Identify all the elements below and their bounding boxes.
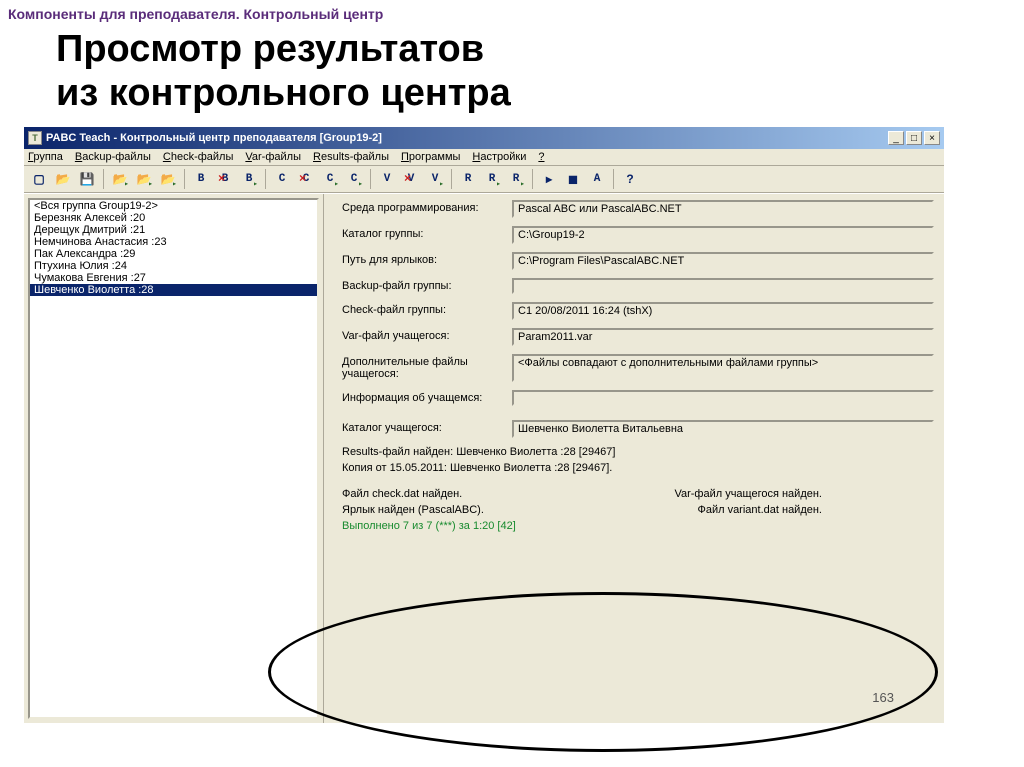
info-value <box>512 390 934 406</box>
studentdir-label: Каталог учащегося: <box>342 420 512 434</box>
tb-run-btn[interactable]: ▸ <box>538 168 560 190</box>
page-number: 163 <box>872 690 894 705</box>
status-line2: Копия от 15.05.2011: Шевченко Виолетта :… <box>342 462 934 474</box>
addfiles-value: <Файлы совпадают с дополнительными файла… <box>512 354 934 382</box>
tb-B-btn[interactable]: B <box>190 168 212 190</box>
menubar: Группа Backup-файлы Check-файлы Var-файлы Re… <box>24 149 944 166</box>
slide-header: Компоненты для преподавателя. Контрольны… <box>0 0 1024 28</box>
student-item[interactable]: Чумакова Евгения :27 <box>30 272 317 284</box>
menu-2[interactable]: Check-файлы <box>163 151 234 163</box>
check-value: C1 20/08/2011 16:24 (tshX) <box>512 302 934 320</box>
tb-Va-btn[interactable]: V▸ <box>424 168 446 190</box>
student-item[interactable]: Березняк Алексей :20 <box>30 212 317 224</box>
tb-help-btn[interactable]: ? <box>619 168 641 190</box>
menu-3[interactable]: Var-файлы <box>245 151 301 163</box>
menu-5[interactable]: Программы <box>401 151 460 163</box>
tb-Bx-btn[interactable]: B× <box>214 168 236 190</box>
menu-1[interactable]: Backup-файлы <box>75 151 151 163</box>
backup-value <box>512 278 934 294</box>
studentdir-value: Шевченко Виолетта Витальевна <box>512 420 934 438</box>
student-item[interactable]: Дерещук Дмитрий :21 <box>30 224 317 236</box>
tb-Vx-btn[interactable]: V× <box>400 168 422 190</box>
toolbar-separator <box>265 169 266 189</box>
toolbar-separator <box>451 169 452 189</box>
student-item[interactable]: Немчинова Анастасия :23 <box>30 236 317 248</box>
client-area: <Вся группа Group19-2>Березняк Алексей :… <box>24 193 944 723</box>
toolbar-separator <box>103 169 104 189</box>
check-label: Check-файл группы: <box>342 302 512 316</box>
details-pane: Среда программирования: Pascal ABC или P… <box>324 194 944 723</box>
status-shortcut-found: Ярлык найден (PascalABC). <box>342 504 484 516</box>
tb-Ra-btn[interactable]: R▸ <box>481 168 503 190</box>
tb-folder-r[interactable]: 📂▸ <box>157 168 179 190</box>
titlebar: T PABC Teach - Контрольный центр препода… <box>24 127 944 149</box>
shortcut-value: C:\Program Files\PascalABC.NET <box>512 252 934 270</box>
menu-7[interactable]: ? <box>538 151 544 163</box>
maximize-button[interactable]: □ <box>906 131 922 145</box>
toolbar-separator <box>370 169 371 189</box>
status-var-found: Var-файл учащегося найден. <box>674 488 822 500</box>
toolbar: ▢📂💾📂▸📂▸📂▸BB×B▸CC×C▸C▸VV×V▸RR▸R▸▸◼A? <box>24 166 944 193</box>
tb-A-btn[interactable]: A <box>586 168 608 190</box>
info-label: Информация об учащемся: <box>342 390 512 404</box>
status-done: Выполнено 7 из 7 (***) за 1:20 [42] <box>342 520 934 532</box>
tb-C-btn[interactable]: C <box>271 168 293 190</box>
slide-title-line2: из контрольного центра <box>56 72 511 114</box>
window-title: PABC Teach - Контрольный центр преподава… <box>46 132 888 144</box>
status-line1: Results-файл найден: Шевченко Виолетта :… <box>342 446 934 458</box>
tb-Ra2-btn[interactable]: R▸ <box>505 168 527 190</box>
tb-Ca-btn[interactable]: C▸ <box>319 168 341 190</box>
minimize-button[interactable]: _ <box>888 131 904 145</box>
tb-V-btn[interactable]: V <box>376 168 398 190</box>
addfiles-label: Дополнительные файлы учащегося: <box>342 354 512 380</box>
backup-label: Backup-файл группы: <box>342 278 512 292</box>
var-label: Var-файл учащегося: <box>342 328 512 342</box>
student-item[interactable]: Птухина Юлия :24 <box>30 260 317 272</box>
app-window: T PABC Teach - Контрольный центр препода… <box>24 127 944 723</box>
status-check-dat: Файл check.dat найден. <box>342 488 462 500</box>
student-list-pane: <Вся группа Group19-2>Березняк Алексей :… <box>24 194 324 723</box>
env-label: Среда программирования: <box>342 200 512 214</box>
student-listbox[interactable]: <Вся группа Group19-2>Березняк Алексей :… <box>28 198 319 719</box>
menu-6[interactable]: Настройки <box>472 151 526 163</box>
student-item[interactable]: Пак Александра :29 <box>30 248 317 260</box>
tb-open[interactable]: 📂 <box>52 168 74 190</box>
toolbar-separator <box>613 169 614 189</box>
env-value: Pascal ABC или PascalABC.NET <box>512 200 934 218</box>
tb-folder-c[interactable]: 📂▸ <box>133 168 155 190</box>
var-value: Param2011.var <box>512 328 934 346</box>
menu-0[interactable]: Группа <box>28 151 63 163</box>
tb-Ca2-btn[interactable]: C▸ <box>343 168 365 190</box>
toolbar-separator <box>532 169 533 189</box>
app-icon: T <box>28 131 42 145</box>
tb-stop-btn[interactable]: ◼ <box>562 168 584 190</box>
groupdir-value: C:\Group19-2 <box>512 226 934 244</box>
slide-title: Просмотр результатов из контрольного цен… <box>0 28 1024 127</box>
tb-save[interactable]: 💾 <box>76 168 98 190</box>
tb-folder-b[interactable]: 📂▸ <box>109 168 131 190</box>
tb-Cx-btn[interactable]: C× <box>295 168 317 190</box>
groupdir-label: Каталог группы: <box>342 226 512 240</box>
tb-R-btn[interactable]: R <box>457 168 479 190</box>
slide-title-line1: Просмотр результатов <box>56 28 484 70</box>
shortcut-label: Путь для ярлыков: <box>342 252 512 266</box>
student-item[interactable]: <Вся группа Group19-2> <box>30 200 317 212</box>
tb-Ba-btn[interactable]: B▸ <box>238 168 260 190</box>
menu-4[interactable]: Results-файлы <box>313 151 389 163</box>
student-item[interactable]: Шевченко Виолетта :28 <box>30 284 317 296</box>
close-button[interactable]: × <box>924 131 940 145</box>
toolbar-separator <box>184 169 185 189</box>
status-variant-found: Файл variant.dat найден. <box>697 504 822 516</box>
status-block: Results-файл найден: Шевченко Виолетта :… <box>342 446 934 532</box>
tb-new[interactable]: ▢ <box>28 168 50 190</box>
